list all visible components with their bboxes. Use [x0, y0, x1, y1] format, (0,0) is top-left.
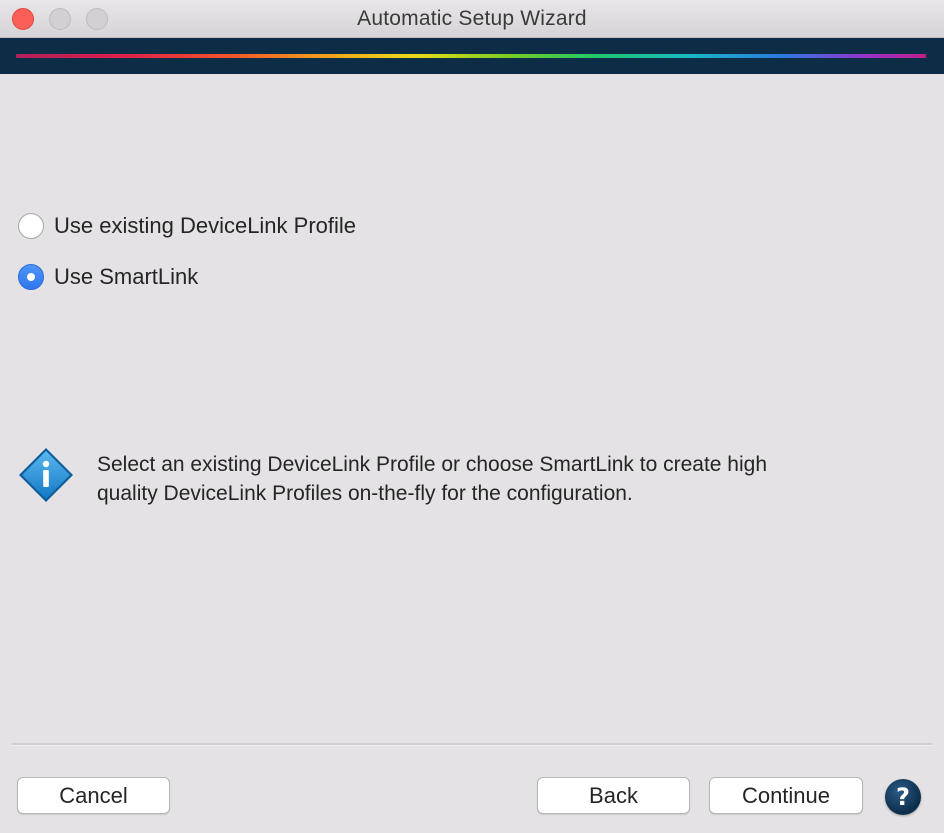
help-button[interactable]: ?	[885, 779, 921, 815]
info-message-line-1: Select an existing DeviceLink Profile or…	[97, 453, 768, 476]
back-button[interactable]: Back	[537, 777, 690, 814]
title-bar: Automatic Setup Wizard	[0, 0, 944, 38]
setup-wizard-window: Automatic Setup Wizard Use existing Devi…	[0, 0, 944, 833]
footer-divider	[12, 743, 932, 746]
radio-label-existing-profile: Use existing DeviceLink Profile	[54, 213, 357, 238]
radio-label-smartlink: Use SmartLink	[54, 264, 199, 289]
info-icon	[19, 448, 73, 502]
window-title: Automatic Setup Wizard	[357, 7, 587, 30]
radio-option-smartlink[interactable]: Use SmartLink	[18, 264, 198, 290]
header-banner	[0, 38, 944, 74]
radio-option-existing-profile[interactable]: Use existing DeviceLink Profile	[18, 213, 356, 239]
radio-button-smartlink[interactable]	[18, 264, 44, 290]
rainbow-stripe	[16, 54, 926, 58]
radio-button-existing-profile[interactable]	[18, 213, 44, 239]
info-message: Select an existing DeviceLink Profile or…	[97, 450, 927, 508]
continue-button[interactable]: Continue	[709, 777, 863, 814]
info-message-line-2: quality DeviceLink Profiles on-the-fly f…	[97, 482, 633, 505]
cancel-button[interactable]: Cancel	[17, 777, 170, 814]
